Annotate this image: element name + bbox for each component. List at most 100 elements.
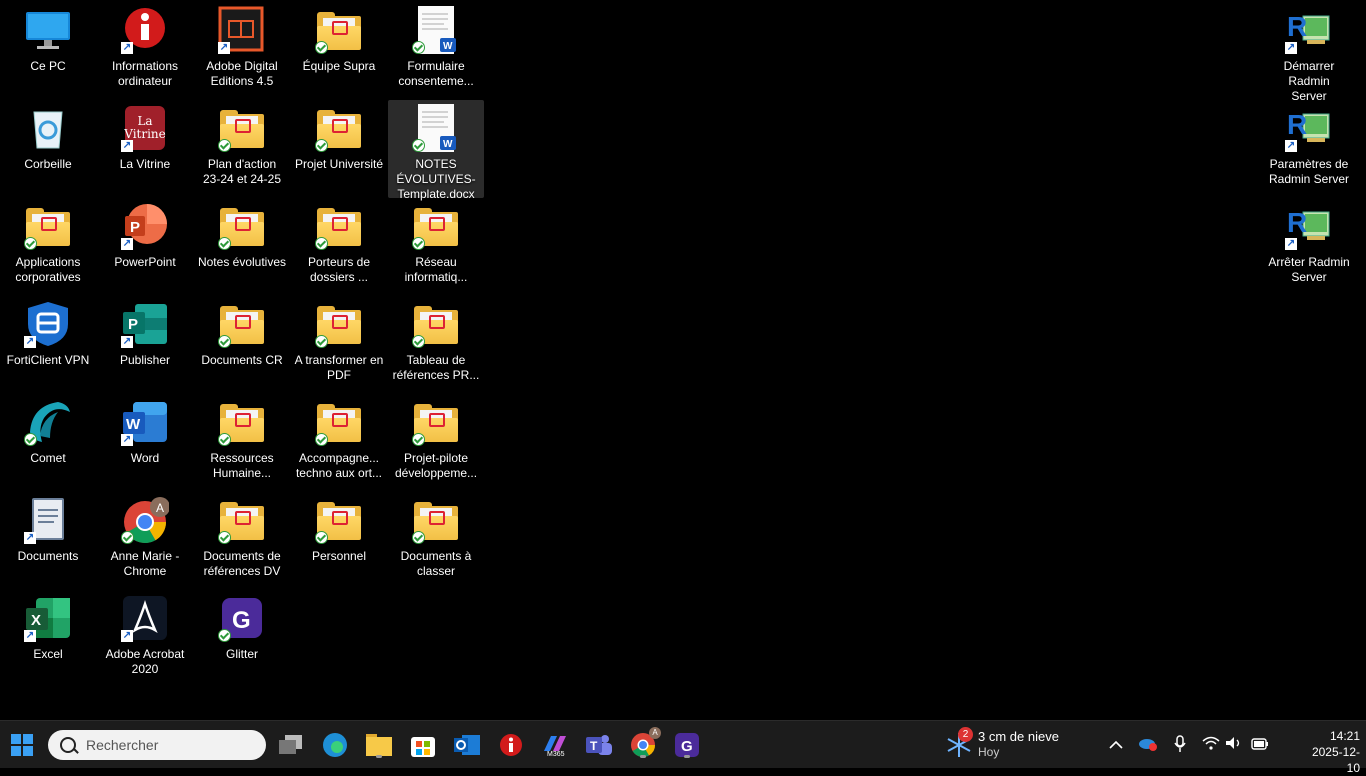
desktop-icon[interactable]: Ressources Humaine... (194, 394, 290, 492)
desktop-icon-label: Paramètres de Radmin Server (1268, 157, 1350, 186)
task-view-button[interactable] (275, 729, 307, 761)
desktop-icon[interactable]: Tableau de références PR... (388, 296, 484, 394)
word-document-icon: W (412, 6, 460, 54)
desktop-icon[interactable]: Documents de références DV (194, 492, 290, 590)
volume-tray-icon[interactable] (1224, 735, 1244, 755)
desktop-icon[interactable]: X ↗ Excel (0, 590, 96, 688)
desktop-icon[interactable]: Accompagne... techno aux ort... (291, 394, 387, 492)
battery-tray-icon[interactable] (1250, 735, 1270, 755)
desktop-icon[interactable]: Projet-pilote développeme... (388, 394, 484, 492)
mic-tray-icon[interactable] (1170, 735, 1190, 755)
teams-button[interactable]: T (583, 729, 615, 761)
folder-icon (315, 496, 363, 544)
desktop-icon-label: Projet Université (294, 157, 384, 171)
desktop-icon[interactable]: W NOTES ÉVOLUTIVES- Template.docx (388, 100, 484, 201)
desktop-icon[interactable]: Réseau informatiq... (388, 198, 484, 296)
desktop-icon[interactable]: R ↗ Paramètres de Radmin Server (1261, 100, 1357, 198)
desktop-icon[interactable]: ↗ Informations ordinateur (97, 2, 193, 100)
svg-text:R: R (1287, 11, 1307, 42)
edge-button[interactable] (319, 729, 351, 761)
onedrive-tray-icon[interactable] (1138, 735, 1158, 755)
taskbar: Rechercher M365 T A G 2 3 cm de nieve Ho… (0, 720, 1366, 775)
desktop-icon[interactable]: Porteurs de dossiers ... (291, 198, 387, 296)
wifi-tray-icon[interactable] (1201, 735, 1221, 755)
glitter-button[interactable]: G (671, 729, 703, 761)
desktop-icon[interactable]: P ↗ Publisher (97, 296, 193, 394)
desktop-icon[interactable]: Notes évolutives (194, 198, 290, 296)
la-vitrine-icon: La Vitrine ↗ (121, 104, 169, 152)
svg-text:M365: M365 (547, 751, 565, 757)
chrome-button[interactable]: A (627, 727, 661, 761)
folder-icon (24, 202, 72, 250)
svg-text:P: P (130, 219, 140, 236)
desktop-icon[interactable]: P ↗ PowerPoint (97, 198, 193, 296)
desktop-icon[interactable]: Plan d'action 23-24 et 24-25 (194, 100, 290, 198)
desktop-icon[interactable]: R ↗ Arrêter Radmin Server (1261, 198, 1357, 296)
store-button[interactable] (407, 729, 439, 761)
desktop-icon[interactable]: Documents CR (194, 296, 290, 394)
desktop-icon[interactable]: ↗ Adobe Digital Editions 4.5 (194, 2, 290, 100)
adobe-digital-editions-icon: ↗ (218, 6, 266, 54)
outlook-button[interactable] (451, 729, 483, 761)
folder-icon (366, 734, 392, 756)
desktop-icon-label: Ce PC (30, 59, 66, 73)
desktop-icon-label: Glitter (225, 647, 258, 661)
svg-text:R: R (1287, 207, 1307, 238)
folder-icon (412, 496, 460, 544)
documents-icon: ↗ (24, 496, 72, 544)
show-hidden-icons-button[interactable] (1106, 735, 1126, 755)
desktop-icon[interactable]: W Formulaire consenteme... (388, 2, 484, 100)
desktop-icon[interactable]: Équipe Supra (291, 2, 387, 100)
microphone-icon (1174, 735, 1186, 752)
desktop-icon[interactable]: W ↗ Word (97, 394, 193, 492)
desktop-icon-label: Adobe Digital Editions 4.5 (206, 59, 278, 88)
glitter-icon: G (675, 733, 699, 757)
svg-text:R: R (1287, 109, 1307, 140)
desktop-icon-label: Réseau informatiq... (404, 255, 468, 284)
computer-icon (24, 6, 72, 54)
word-document-icon: W (412, 104, 460, 152)
chrome-icon: A (121, 496, 170, 544)
folder-icon (218, 104, 266, 152)
desktop-icon[interactable]: Documents à classer (388, 492, 484, 590)
desktop-icon[interactable]: ↗ Adobe Acrobat 2020 (97, 590, 193, 688)
clock[interactable]: 14:21 2025-12-10 (1300, 728, 1360, 776)
desktop-icon[interactable]: G Glitter (194, 590, 290, 688)
desktop-icon-label: NOTES ÉVOLUTIVES- Template.docx (396, 157, 476, 201)
desktop-icon[interactable]: Personnel (291, 492, 387, 590)
folder-icon (218, 202, 266, 250)
desktop-icon[interactable]: ↗ FortiClient VPN (0, 296, 96, 394)
clock-time: 14:21 (1329, 729, 1360, 743)
desktop-icon[interactable]: Corbeille (0, 100, 96, 198)
svg-text:X: X (31, 612, 41, 629)
info-app-button[interactable] (495, 729, 527, 761)
search-box[interactable]: Rechercher (48, 730, 266, 760)
store-icon (411, 737, 435, 757)
desktop-icon[interactable]: R ↗ Démarrer Radmin Server (1261, 2, 1357, 103)
desktop-icon[interactable]: A Anne Marie - Chrome (97, 492, 193, 590)
desktop-icon-label: Documents CR (201, 353, 283, 367)
m365-button[interactable]: M365 (539, 729, 571, 761)
desktop-icon-label: Personnel (311, 549, 367, 563)
weather-badge: 2 (958, 727, 973, 742)
desktop-icon[interactable]: Ce PC (0, 2, 96, 100)
teams-icon: T (586, 735, 612, 755)
desktop-icon[interactable]: Projet Université (291, 100, 387, 198)
svg-text:P: P (128, 316, 138, 333)
start-button[interactable] (6, 729, 38, 761)
weather-widget[interactable]: 2 3 cm de nieve Hoy (944, 727, 1084, 763)
desktop-icon[interactable]: A transformer en PDF (291, 296, 387, 394)
weather-line1: 3 cm de nieve (978, 729, 1059, 744)
desktop-icon-label: Comet (30, 451, 66, 465)
desktop-icon[interactable]: Comet (0, 394, 96, 492)
desktop-icon[interactable]: Applications corporatives (0, 198, 96, 296)
file-explorer-button[interactable] (363, 729, 395, 761)
desktop-icon-label: FortiClient VPN (6, 353, 90, 367)
weather-line2: Hoy (978, 745, 1000, 759)
desktop-icon[interactable]: ↗ Documents (0, 492, 96, 590)
desktop-icon-label: Démarrer Radmin Server (1283, 59, 1335, 103)
desktop-icon[interactable]: La Vitrine ↗ La Vitrine (97, 100, 193, 198)
folder-icon (412, 300, 460, 348)
folder-icon (218, 300, 266, 348)
desktop-icon-label: PowerPoint (114, 255, 176, 269)
